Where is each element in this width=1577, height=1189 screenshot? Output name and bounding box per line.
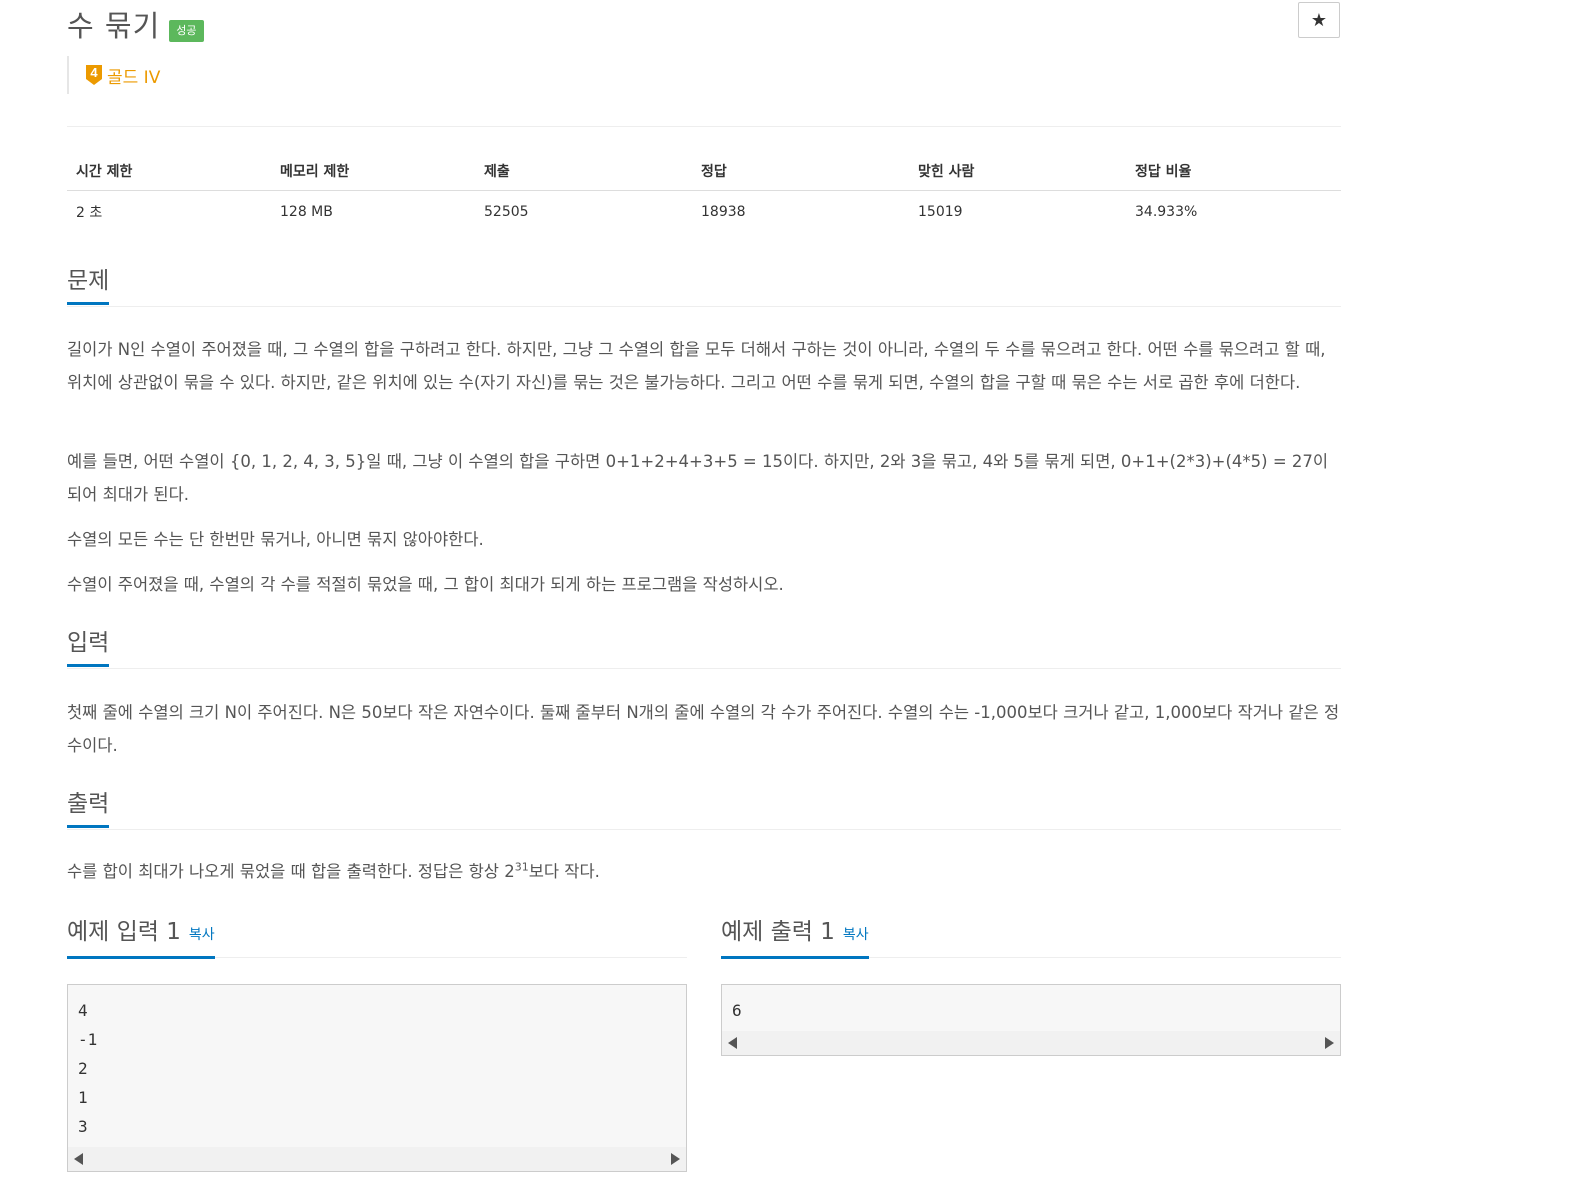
output-section-header: 출력 (67, 789, 1341, 830)
problem-constraint-paragraph: 수열의 모든 수는 단 한번만 묶거나, 아니면 묶지 않아야한다. (67, 530, 484, 549)
sample-output-box: 6 (721, 984, 1341, 1056)
status-badge: 성공 (169, 20, 204, 42)
sample-input-title-wrap: 예제 입력 1 복사 (67, 917, 215, 959)
scroll-left-icon[interactable] (728, 1037, 737, 1049)
header-solved-users: 맞힌 사람 (909, 153, 1126, 191)
output-description: 수를 합이 최대가 나오게 묶었을 때 합을 출력한다. 정답은 항상 231보… (67, 855, 1341, 888)
sample-output-title-wrap: 예제 출력 1 복사 (721, 917, 869, 959)
favorite-star-button[interactable]: ★ (1298, 2, 1340, 38)
horizontal-scrollbar[interactable] (68, 1147, 686, 1171)
input-description: 첫째 줄에 수열의 크기 N이 주어진다. N은 50보다 작은 자연수이다. … (67, 703, 1340, 755)
header-memory-limit: 메모리 제한 (271, 153, 475, 191)
header-accepted: 정답 (692, 153, 909, 191)
memory-limit-value: 128 MB (280, 204, 333, 220)
input-section-header: 입력 (67, 628, 1341, 669)
header-submissions: 제출 (475, 153, 692, 191)
table-header-row: 시간 제한 메모리 제한 제출 정답 맞힌 사람 정답 비율 (67, 153, 1341, 191)
tier-label: 4 골드 IV (67, 56, 160, 94)
tier-gold-icon: 4 (85, 64, 103, 86)
accepted-value: 18938 (701, 204, 746, 220)
solved-users-value: 15019 (918, 204, 963, 220)
scroll-right-icon[interactable] (671, 1153, 680, 1165)
problem-section-title: 문제 (67, 266, 110, 305)
header-accept-ratio: 정답 비율 (1126, 153, 1341, 191)
table-row: 2 초 128 MB 52505 18938 15019 34.933% (67, 191, 1341, 231)
time-limit-value: 2 초 (76, 205, 103, 221)
horizontal-scrollbar[interactable] (722, 1031, 1340, 1055)
scroll-right-icon[interactable] (1325, 1037, 1334, 1049)
sample-input-box: 4 -1 2 1 3 (67, 984, 687, 1172)
problem-info-table: 시간 제한 메모리 제한 제출 정답 맞힌 사람 정답 비율 2 초 128 M… (67, 153, 1341, 230)
sample-output-header: 예제 출력 1 복사 (721, 917, 1341, 959)
star-icon: ★ (1310, 9, 1328, 31)
output-exponent: 31 (514, 860, 529, 874)
page-title: 수 묶기 (67, 9, 161, 43)
problem-description: 길이가 N인 수열이 주어졌을 때, 그 수열의 합을 구하려고 한다. 하지만… (67, 340, 1326, 392)
copy-sample-input-button[interactable]: 복사 (189, 927, 215, 943)
sample-input-title: 예제 입력 1 (67, 919, 181, 945)
input-section-title: 입력 (67, 628, 110, 667)
tier-text: 골드 IV (107, 67, 161, 88)
sample-input-header: 예제 입력 1 복사 (67, 917, 687, 959)
problem-header: 수 묶기 성공 (67, 2, 204, 46)
problem-task-paragraph: 수열이 주어졌을 때, 수열의 각 수를 적절히 묶었을 때, 그 합이 최대가… (67, 575, 784, 594)
sample-output-title: 예제 출력 1 (721, 919, 835, 945)
scroll-left-icon[interactable] (74, 1153, 83, 1165)
accept-ratio-value: 34.933% (1135, 204, 1198, 220)
problem-example-paragraph: 예를 들면, 어떤 수열이 {0, 1, 2, 4, 3, 5}일 때, 그냥 … (67, 452, 1329, 504)
sample-input-content: 4 -1 2 1 3 (78, 1001, 98, 1136)
tier-number: 4 (90, 65, 98, 80)
sample-output-content: 6 (732, 1001, 742, 1020)
output-text-end: 보다 작다. (528, 862, 600, 881)
output-text-start: 수를 합이 최대가 나오게 묶었을 때 합을 출력한다. 정답은 항상 2 (67, 862, 515, 881)
problem-section-header: 문제 (67, 266, 1341, 307)
submissions-value: 52505 (484, 204, 529, 220)
output-section-title: 출력 (67, 789, 110, 828)
divider (67, 126, 1341, 127)
header-time-limit: 시간 제한 (67, 153, 271, 191)
copy-sample-output-button[interactable]: 복사 (843, 927, 869, 943)
